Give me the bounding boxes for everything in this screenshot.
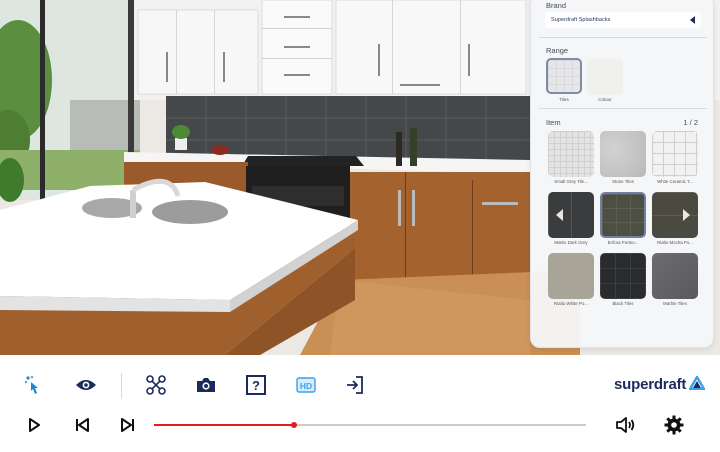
item-tile-selected[interactable]: [600, 192, 646, 238]
item-tile[interactable]: [652, 192, 698, 238]
volume-icon[interactable]: [614, 413, 638, 437]
item-label: Item: [546, 118, 561, 127]
item-tile[interactable]: [600, 131, 646, 177]
item-tile[interactable]: [600, 253, 646, 299]
item-tile[interactable]: [548, 131, 594, 177]
item-tile-label: Matrix Dark Grey: [554, 240, 588, 245]
item-tile[interactable]: [548, 253, 594, 299]
eye-icon[interactable]: [74, 373, 98, 397]
range-option-colour[interactable]: [587, 59, 623, 95]
item-tile[interactable]: [652, 253, 698, 299]
previous-page-icon[interactable]: [556, 209, 563, 221]
item-tile[interactable]: [548, 192, 594, 238]
range-label: Range: [546, 46, 569, 55]
range-option-tiles[interactable]: [546, 58, 582, 94]
brand-label: Brand: [546, 1, 567, 10]
item-tile-label: White Ceramic T...: [657, 179, 693, 184]
range-option-colour-label: Colour: [598, 97, 612, 102]
previous-icon[interactable]: [70, 413, 94, 437]
next-icon[interactable]: [116, 413, 140, 437]
camera-icon[interactable]: [194, 373, 218, 397]
caret-left-icon: [690, 16, 695, 24]
brand-dropdown-value: Superdraft Splashbacks: [551, 17, 611, 23]
divider: [539, 108, 707, 109]
item-tile-label: Rialto White Po...: [554, 301, 588, 306]
settings-icon[interactable]: [662, 413, 686, 437]
item-tile-label: Stone Tiles: [612, 179, 634, 184]
range-option-tiles-label: Tiles: [559, 97, 569, 102]
superdraft-logo: superdraft: [614, 376, 687, 393]
splashback-panel: Brand Superdraft Splashbacks Range Tiles…: [530, 0, 714, 348]
item-tile-label: Black Tiles: [612, 301, 634, 306]
toolbar: [0, 355, 720, 452]
next-page-icon[interactable]: [683, 209, 690, 221]
kitchen-viewport[interactable]: Brand Superdraft Splashbacks Range Tiles…: [0, 0, 720, 355]
hd-icon[interactable]: HD: [294, 373, 318, 397]
item-tile-label: Enfora Portno...: [607, 240, 639, 245]
item-tile-label: Marble Tiles: [663, 301, 687, 306]
item-tile[interactable]: [652, 131, 698, 177]
divider: [539, 37, 707, 38]
item-tile-label: Small Grey Tile...: [554, 179, 588, 184]
item-page-count: 1 / 2: [683, 118, 698, 127]
exit-icon[interactable]: [342, 373, 366, 397]
progress-track[interactable]: [154, 422, 586, 428]
progress-fill: [154, 424, 295, 426]
toolbar-separator: [121, 373, 122, 399]
touch-icon[interactable]: [22, 373, 46, 397]
item-tile-label: Rialto Mocha Po...: [657, 240, 693, 245]
drone-icon[interactable]: [144, 373, 168, 397]
hd-glyph: HD: [300, 381, 312, 391]
help-glyph: ?: [252, 378, 260, 393]
help-icon[interactable]: ?: [244, 373, 268, 397]
superdraft-logo-mark: [687, 374, 707, 395]
play-icon[interactable]: [22, 413, 46, 437]
brand-dropdown[interactable]: Superdraft Splashbacks: [545, 12, 701, 28]
